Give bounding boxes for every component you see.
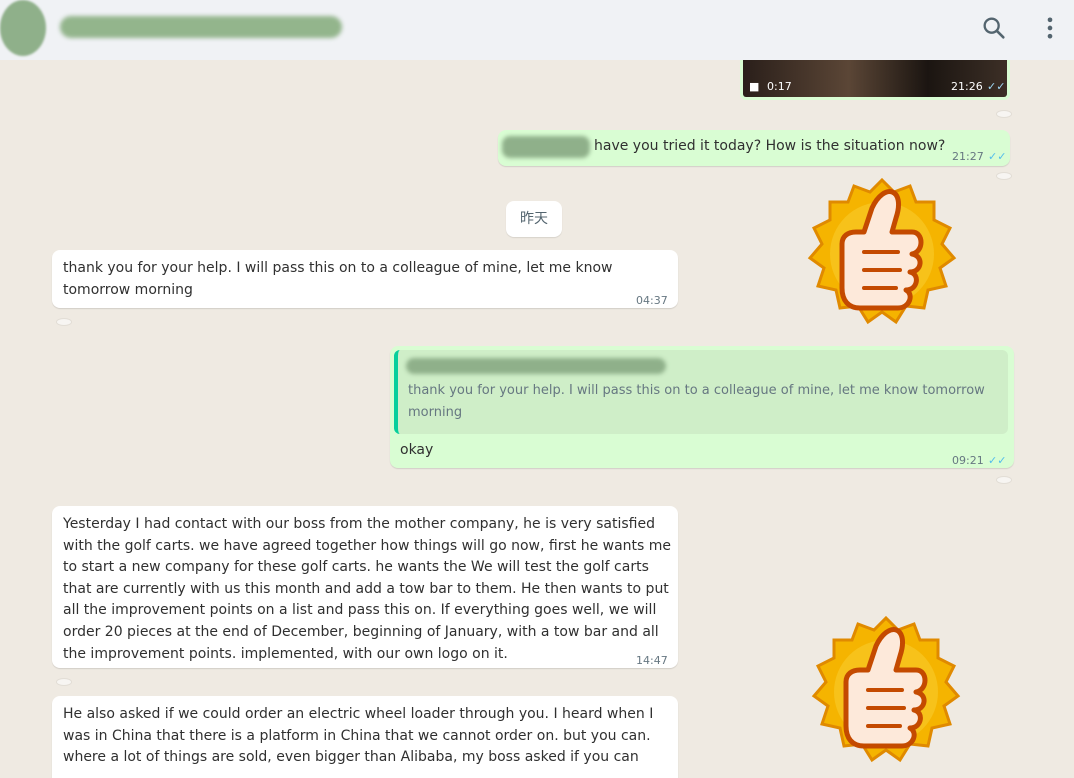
reaction-icon[interactable] bbox=[56, 318, 72, 326]
contact-name-redacted[interactable] bbox=[60, 16, 342, 38]
more-vertical-icon[interactable] bbox=[1036, 14, 1064, 42]
redacted-text bbox=[502, 136, 590, 158]
message-time: 09:21 bbox=[952, 454, 984, 467]
reaction-icon[interactable] bbox=[56, 678, 72, 686]
read-ticks-icon: ✓✓ bbox=[988, 150, 1007, 163]
read-ticks-icon: ✓✓ bbox=[988, 454, 1007, 467]
thumbs-up-sticker[interactable] bbox=[802, 174, 962, 334]
message-time: 14:47 bbox=[636, 654, 668, 667]
message-text: have you tried it today? How is the situ… bbox=[594, 138, 946, 154]
incoming-message[interactable]: thank you for your help. I will pass thi… bbox=[52, 250, 678, 308]
search-icon[interactable] bbox=[980, 14, 1008, 42]
quoted-text: thank you for your help. I will pass thi… bbox=[408, 383, 985, 420]
message-text: He also asked if we could order an elect… bbox=[63, 706, 654, 766]
outgoing-reply-message[interactable]: thank you for your help. I will pass thi… bbox=[390, 346, 1014, 468]
reaction-icon[interactable] bbox=[996, 110, 1012, 118]
reaction-icon[interactable] bbox=[996, 172, 1012, 180]
message-time: 04:37 bbox=[636, 294, 668, 307]
message-time: 21:27 bbox=[952, 150, 984, 163]
video-camera-icon: ■ bbox=[749, 80, 760, 93]
incoming-message[interactable]: He also asked if we could order an elect… bbox=[52, 696, 678, 778]
quoted-message[interactable]: thank you for your help. I will pass thi… bbox=[394, 350, 1008, 434]
video-duration: 0:17 bbox=[767, 80, 792, 93]
message-text: Yesterday I had contact with our boss fr… bbox=[63, 516, 672, 662]
outgoing-message[interactable]: have you tried it today? How is the situ… bbox=[498, 130, 1010, 166]
incoming-message[interactable]: Yesterday I had contact with our boss fr… bbox=[52, 506, 678, 668]
video-time: 21:26 bbox=[951, 80, 983, 93]
video-message[interactable]: ■ 0:17 21:26 ✓✓ bbox=[740, 60, 1010, 100]
message-list: ■ 0:17 21:26 ✓✓ have you tried it today?… bbox=[0, 60, 1074, 778]
date-divider: 昨天 bbox=[506, 201, 562, 237]
chat-header bbox=[0, 0, 1074, 60]
contact-avatar[interactable] bbox=[0, 0, 46, 56]
read-ticks-icon: ✓✓ bbox=[987, 80, 1006, 93]
thumbs-up-sticker[interactable] bbox=[806, 612, 966, 772]
message-text: okay bbox=[400, 442, 434, 458]
message-text: thank you for your help. I will pass thi… bbox=[63, 260, 613, 298]
redacted-quote-author bbox=[406, 358, 666, 374]
reaction-icon[interactable] bbox=[996, 476, 1012, 484]
